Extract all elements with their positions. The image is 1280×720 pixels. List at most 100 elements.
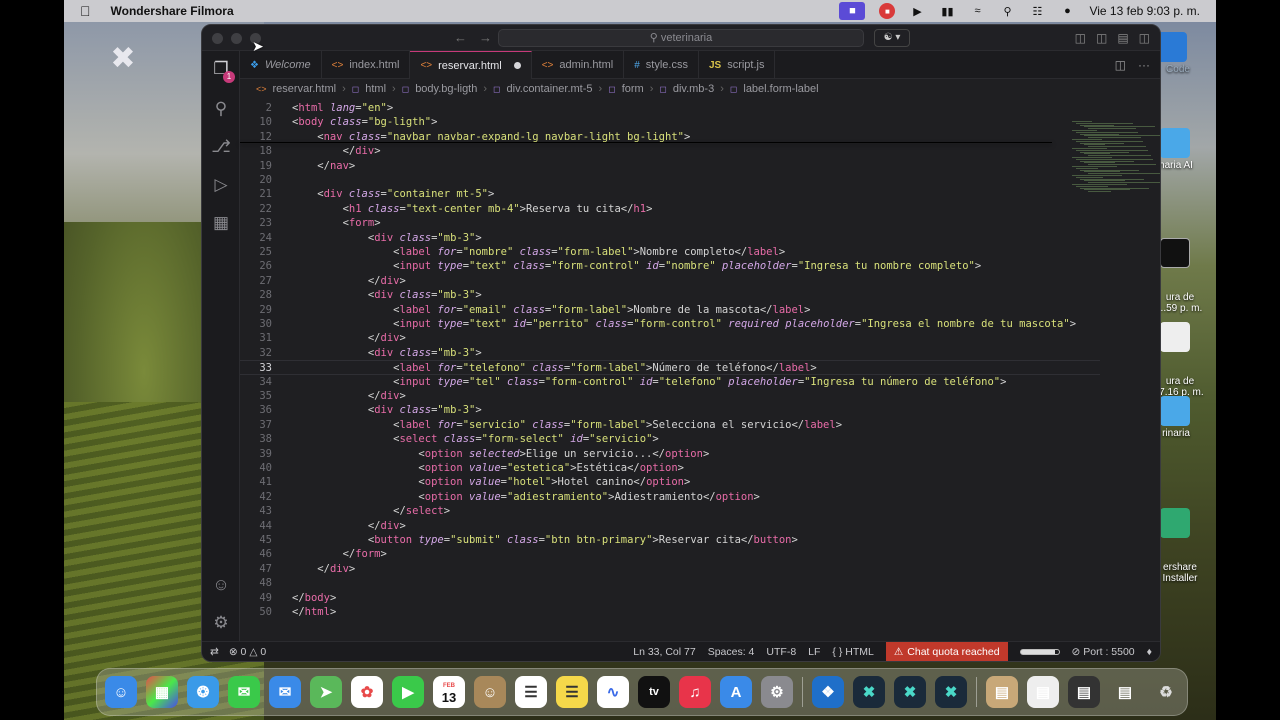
- code-line[interactable]: 39 <option selected>Elige un servicio...…: [240, 447, 1100, 461]
- dock-photos-icon[interactable]: ✿: [351, 676, 383, 708]
- cursor-position[interactable]: Ln 33, Col 77: [633, 646, 695, 658]
- code-line[interactable]: 27 </div>: [240, 274, 1100, 288]
- minimap[interactable]: [1058, 99, 1160, 193]
- dock-apple-tv-icon[interactable]: tv: [638, 676, 670, 708]
- code-line[interactable]: 29 <label for="email" class="form-label"…: [240, 303, 1100, 317]
- dock-filmora-icon[interactable]: ✖: [853, 676, 885, 708]
- dock-notes-icon[interactable]: ☰: [556, 676, 588, 708]
- toggle-secondary-sidebar-icon[interactable]: ◫: [1139, 31, 1150, 45]
- dock-messages-icon[interactable]: ✉: [228, 676, 260, 708]
- code-line[interactable]: 25 <label for="nombre" class="form-label…: [240, 245, 1100, 259]
- dock-recent-icon[interactable]: ▤: [1109, 676, 1141, 708]
- search-icon[interactable]: ⚲: [211, 99, 231, 119]
- breadcrumb-item[interactable]: div.container.mt-5: [507, 83, 593, 95]
- extensions-icon[interactable]: ▦: [211, 213, 231, 233]
- code-line[interactable]: 47 </div>: [240, 562, 1100, 576]
- dock-mail-icon[interactable]: ✉: [269, 676, 301, 708]
- code-line[interactable]: 26 <input type="text" class="form-contro…: [240, 259, 1100, 273]
- run-debug-icon[interactable]: ▷: [211, 175, 231, 195]
- dock-screenshot-stack-2-icon[interactable]: ▤: [1068, 676, 1100, 708]
- dock-app-store-icon[interactable]: A: [720, 676, 752, 708]
- breadcrumb-item[interactable]: body.bg-ligth: [415, 83, 477, 95]
- code-line[interactable]: 10 <body class="bg-ligth">: [240, 115, 1100, 129]
- tab-style-css[interactable]: # style.css: [624, 51, 699, 79]
- code-line[interactable]: 37 <label for="servicio" class="form-lab…: [240, 418, 1100, 432]
- breadcrumb-item[interactable]: form: [622, 83, 644, 95]
- code-line[interactable]: 32 <div class="mb-3">: [240, 346, 1100, 360]
- stop-record-icon[interactable]: ■: [879, 3, 896, 19]
- close-window-button[interactable]: [212, 33, 223, 44]
- code-line[interactable]: 42 <option value="adiestramiento">Adiest…: [240, 490, 1100, 504]
- dock-calendar-icon[interactable]: FEB 13: [433, 676, 465, 708]
- remote-indicator-icon[interactable]: ⇄: [210, 646, 219, 658]
- forward-arrow-icon[interactable]: →: [479, 30, 492, 45]
- menubar-app-name[interactable]: Wondershare Filmora: [111, 4, 234, 18]
- dock-filmora-recorder-icon[interactable]: ✖: [894, 676, 926, 708]
- code-line[interactable]: 48: [240, 576, 1100, 590]
- dock-filmora-editor-icon[interactable]: ✖: [935, 676, 967, 708]
- notifications-bell-icon[interactable]: ♦: [1147, 646, 1152, 658]
- problems-indicator[interactable]: ⊗ 0 △ 0: [229, 646, 266, 658]
- tab-index-html[interactable]: <> index.html: [322, 51, 411, 79]
- code-line[interactable]: 44 </div>: [240, 519, 1100, 533]
- command-center-search[interactable]: ⚲ veterinaria: [498, 29, 864, 47]
- dock-contacts-icon[interactable]: ☺: [474, 676, 506, 708]
- code-line[interactable]: 50 </html>: [240, 605, 1100, 619]
- dock-reminders-icon[interactable]: ☰: [515, 676, 547, 708]
- dock-downloads-stack-icon[interactable]: ▤: [986, 676, 1018, 708]
- breadcrumb-item[interactable]: div.mb-3: [673, 83, 714, 95]
- siri-icon[interactable]: ●: [1059, 4, 1075, 18]
- code-line[interactable]: 21 <div class="container mt-5">: [240, 187, 1100, 201]
- control-center-icon[interactable]: ☷: [1029, 4, 1045, 18]
- dock-system-settings-icon[interactable]: ⚙: [761, 676, 793, 708]
- apple-icon[interactable]: : [80, 3, 91, 19]
- breadcrumb-item[interactable]: html: [365, 83, 386, 95]
- tab-script-js[interactable]: JS script.js: [699, 51, 776, 79]
- code-line[interactable]: 18 </div>: [240, 144, 1100, 158]
- dock-facetime-icon[interactable]: ▶: [392, 676, 424, 708]
- code-line[interactable]: 22 <h1 class="text-center mb-4">Reserva …: [240, 202, 1100, 216]
- dock-freeform-icon[interactable]: ∿: [597, 676, 629, 708]
- dock-screenshot-stack-icon[interactable]: ▤: [1027, 676, 1059, 708]
- indentation-setting[interactable]: Spaces: 4: [708, 646, 755, 658]
- code-line[interactable]: 30 <input type="text" id="perrito" class…: [240, 317, 1100, 331]
- source-control-icon[interactable]: ⎇: [211, 137, 231, 157]
- language-mode[interactable]: { } HTML: [832, 646, 873, 658]
- breadcrumb-item[interactable]: label.form-label: [743, 83, 818, 95]
- tab-welcome[interactable]: ❖ Welcome: [240, 51, 322, 79]
- wifi-icon[interactable]: ≈: [969, 4, 985, 18]
- file-encoding[interactable]: UTF-8: [766, 646, 796, 658]
- screen-record-icon[interactable]: ■: [839, 2, 866, 20]
- code-line[interactable]: 33 <label for="telefono" class="form-lab…: [240, 360, 1100, 375]
- settings-gear-icon[interactable]: ⚙: [211, 613, 231, 633]
- dock-finder-icon[interactable]: ☺: [105, 676, 137, 708]
- line-ending[interactable]: LF: [808, 646, 820, 658]
- menubar-clock[interactable]: Vie 13 feb 9:03 p. m.: [1089, 4, 1200, 18]
- code-line[interactable]: 20: [240, 173, 1100, 187]
- customize-layout-icon[interactable]: ◫: [1075, 31, 1086, 45]
- code-line[interactable]: 12 <nav class="navbar navbar-expand-lg n…: [240, 130, 1100, 144]
- code-line[interactable]: 34 <input type="tel" class="form-control…: [240, 375, 1100, 389]
- dock-music-icon[interactable]: ♫: [679, 676, 711, 708]
- code-line[interactable]: 38 <select class="form-select" id="servi…: [240, 432, 1100, 446]
- toggle-sidebar-icon[interactable]: ◫: [1096, 31, 1107, 45]
- breadcrumb-item[interactable]: reservar.html: [273, 83, 337, 95]
- dock-vscode-icon[interactable]: ❖: [812, 676, 844, 708]
- spotlight-search-icon[interactable]: ⚲: [999, 4, 1015, 18]
- unsaved-dot-icon[interactable]: [513, 62, 521, 69]
- code-line[interactable]: 41 <option value="hotel">Hotel canino</o…: [240, 475, 1100, 489]
- code-line[interactable]: 46 </form>: [240, 547, 1100, 561]
- code-line[interactable]: 19 </nav>: [240, 159, 1100, 173]
- code-line[interactable]: 28 <div class="mb-3">: [240, 288, 1100, 302]
- code-line[interactable]: 31 </div>: [240, 331, 1100, 345]
- account-icon[interactable]: ☺: [211, 575, 231, 595]
- code-line[interactable]: 23 <form>: [240, 216, 1100, 230]
- code-line[interactable]: 24 <div class="mb-3">: [240, 231, 1100, 245]
- live-server-port[interactable]: ⊘ Port : 5500: [1072, 646, 1135, 658]
- code-line[interactable]: 43 </select>: [240, 504, 1100, 518]
- toggle-panel-icon[interactable]: ▤: [1117, 31, 1128, 45]
- dock-trash-icon[interactable]: ♻: [1150, 676, 1182, 708]
- back-arrow-icon[interactable]: ←: [454, 30, 467, 45]
- split-editor-icon[interactable]: ◫: [1115, 58, 1126, 72]
- minimize-window-button[interactable]: [231, 33, 242, 44]
